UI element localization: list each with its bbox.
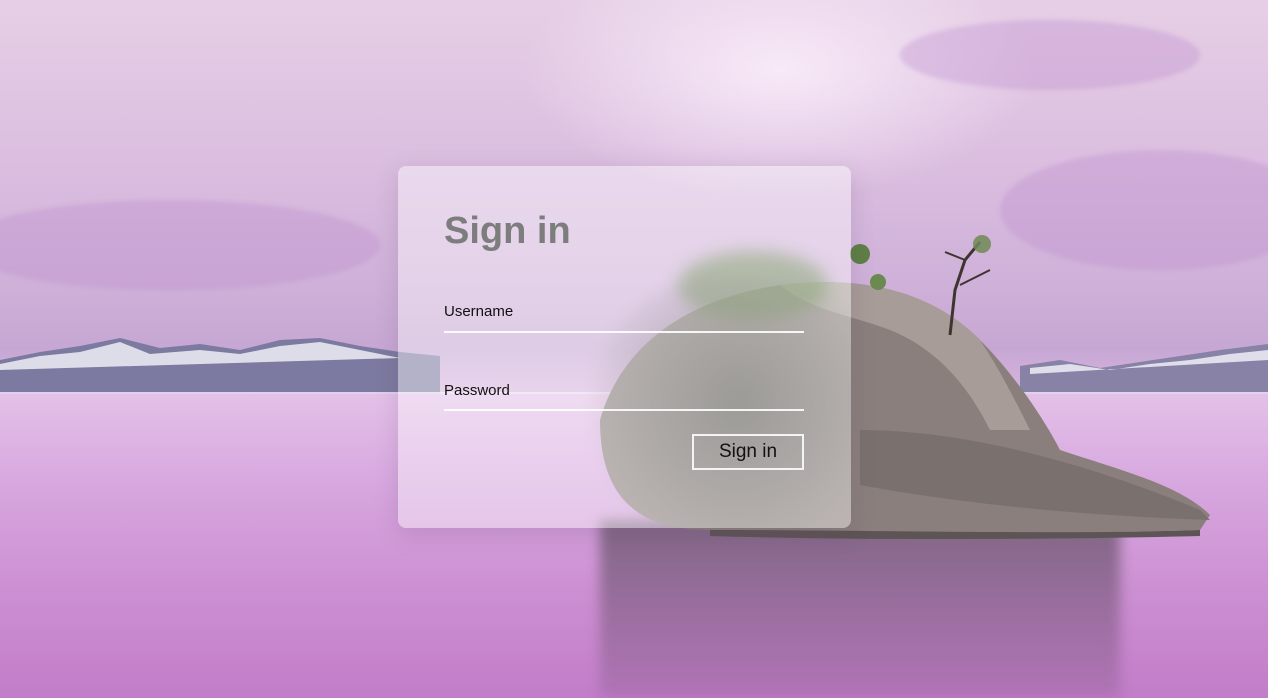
page-title: Sign in xyxy=(444,210,571,252)
username-underline xyxy=(444,331,804,333)
username-field[interactable] xyxy=(444,302,808,332)
password-field[interactable] xyxy=(444,381,808,411)
sky-cloud xyxy=(900,20,1200,90)
login-form: Sign in Username Password Sign in xyxy=(398,166,851,528)
rock-reflection xyxy=(600,520,1120,698)
background-landscape: Sign in Username Password Sign in xyxy=(0,0,1268,698)
login-card: Sign in Username Password Sign in xyxy=(398,166,851,528)
password-underline xyxy=(444,409,804,411)
sky-cloud xyxy=(0,200,380,290)
sign-in-button[interactable]: Sign in xyxy=(692,434,804,470)
